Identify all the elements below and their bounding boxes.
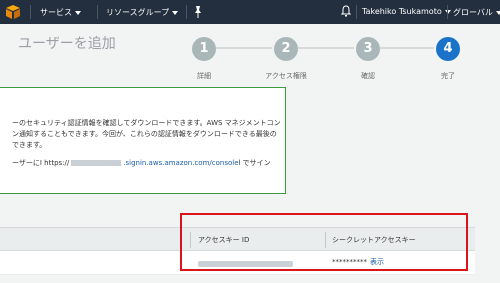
nav-divider: [447, 5, 448, 19]
step-1-label: 詳細: [197, 72, 211, 80]
step-connector: [380, 47, 434, 49]
region-menu[interactable]: グローバル: [453, 7, 500, 18]
resource-groups-label: リソースグループ: [106, 8, 170, 17]
redacted-account-id: [71, 160, 122, 166]
page-title: ユーザーを追加: [18, 36, 116, 52]
step-4-label: 完了: [441, 72, 455, 80]
success-text-line: ーのセキュリティ認証情報を確認してダウンロードできます。AWS マネジメントコン: [12, 119, 281, 127]
signin-url-suffix: l でサイン: [238, 159, 271, 167]
step-3-label: 確認: [361, 72, 375, 80]
success-text-line: できます。: [12, 141, 47, 149]
nav-divider: [186, 5, 187, 19]
pin-icon[interactable]: [193, 6, 203, 18]
step-2-label: アクセス権限: [265, 72, 307, 80]
success-message-panel: ーのセキュリティ認証情報を確認してダウンロードできます。AWS マネジメントコン…: [0, 87, 286, 194]
step-connector: [298, 47, 354, 49]
bell-icon[interactable]: [341, 5, 351, 17]
user-name: Takehiko Tsukamoto: [362, 7, 442, 16]
step-3-circle: 3: [356, 37, 380, 61]
signin-url-link[interactable]: .signin.aws.amazon.com/console: [123, 159, 238, 167]
resource-groups-menu[interactable]: リソースグループ: [106, 7, 179, 18]
step-4-circle: 4: [436, 37, 460, 61]
highlight-annotation-box: [180, 213, 468, 271]
services-menu[interactable]: サービス: [40, 7, 81, 18]
services-label: サービス: [40, 8, 72, 17]
region-label: グローバル: [453, 8, 493, 17]
step-1-circle: 1: [192, 37, 216, 61]
signin-url-prefix: ーザーにI https://: [12, 159, 70, 167]
chevron-down-icon: [75, 10, 81, 15]
step-connector: [216, 47, 272, 49]
user-menu[interactable]: Takehiko Tsukamoto: [362, 7, 451, 16]
success-text-line: ン通知することもできます。今回が、これらの認証情報をダウンロードできる最後の: [12, 130, 277, 138]
signin-url-line: ーザーにI https:// .signin.aws.amazon.com/con…: [12, 158, 271, 168]
chevron-down-icon: [495, 10, 500, 15]
step-2-circle: 2: [274, 37, 298, 61]
aws-cube-icon[interactable]: [4, 4, 22, 20]
top-navigation-bar: サービス リソースグループ Takehiko Tsukamoto グローバル: [0, 0, 500, 24]
nav-divider: [356, 5, 357, 19]
chevron-down-icon: [172, 10, 179, 15]
nav-divider: [97, 5, 98, 19]
nav-divider: [30, 5, 31, 19]
